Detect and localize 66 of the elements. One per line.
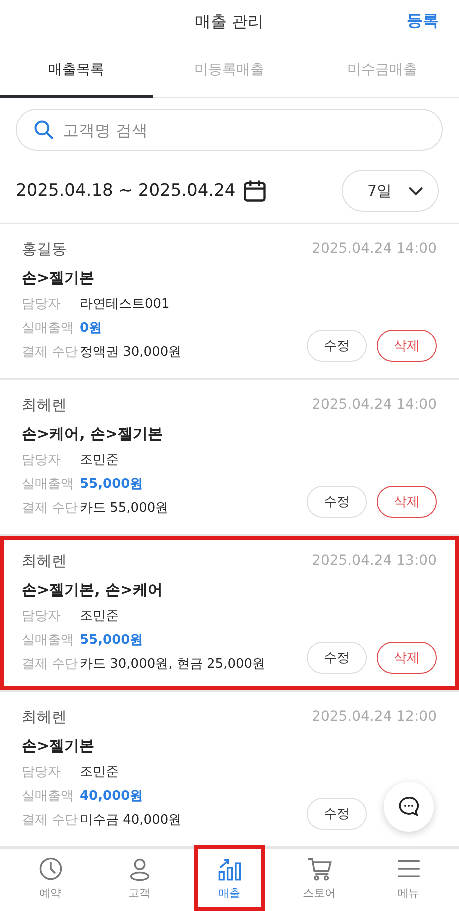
staff-value: 라연테스트001 <box>80 296 170 313</box>
amount-label: 실매출액 <box>22 476 75 493</box>
date-range: 2025.04.18 ~ 2025.04.24 <box>16 181 236 201</box>
service-name: 손>케어, 손>젤기본 <box>22 425 164 444</box>
payment-value: 카드 30,000원, 현금 25,000원 <box>80 656 266 673</box>
sale-card[interactable]: 홍길동 2025.04.24 14:00 손>젤기본 담당자 라연테스트001 실매출액 0원 결제 수단 정액권 30,000원 수정 삭제 <box>0 224 459 378</box>
staff-label: 담당자 <box>22 608 62 625</box>
sale-datetime: 2025.04.24 14:00 <box>312 397 437 413</box>
sale-datetime: 2025.04.24 12:00 <box>312 709 437 725</box>
payment-label: 결제 수단 <box>22 344 80 361</box>
sale-datetime: 2025.04.24 14:00 <box>312 241 437 257</box>
staff-label: 담당자 <box>22 296 62 313</box>
nav-tab[interactable]: 매출 <box>194 845 265 911</box>
page-title: 매출 관리 <box>194 12 264 33</box>
customer-name: 최헤렌 <box>22 396 67 414</box>
service-name: 손>젤기본 <box>22 737 96 756</box>
edit-button[interactable]: 수정 <box>307 486 367 518</box>
search-field[interactable]: 고객명 검색 <box>16 109 443 151</box>
amount-label: 실매출액 <box>22 788 75 805</box>
search-icon <box>33 119 55 141</box>
amount-label: 실매출액 <box>22 632 75 649</box>
register-button[interactable]: 등록 <box>407 11 439 32</box>
payment-value: 카드 55,000원 <box>80 500 169 517</box>
payment-label: 결제 수단 <box>22 812 80 829</box>
tab[interactable]: 매출목록 <box>0 45 153 98</box>
delete-button[interactable]: 삭제 <box>377 486 437 518</box>
staff-value: 조민준 <box>80 608 119 625</box>
chat-icon <box>397 795 421 819</box>
nav-tab[interactable]: 스토어 <box>285 845 354 911</box>
staff-label: 담당자 <box>22 452 62 469</box>
payment-label: 결제 수단 <box>22 500 80 517</box>
delete-button[interactable]: 삭제 <box>377 330 437 362</box>
service-name: 손>젤기본, 손>케어 <box>22 581 164 600</box>
nav-tab[interactable]: 고객 <box>105 845 174 911</box>
nav-tab[interactable]: 예약 <box>16 845 85 911</box>
edit-button[interactable]: 수정 <box>307 330 367 362</box>
payment-label: 결제 수단 <box>22 656 80 673</box>
payment-value: 정액권 30,000원 <box>80 344 182 361</box>
customer-name: 최헤렌 <box>22 552 67 570</box>
edit-button[interactable]: 수정 <box>307 798 367 830</box>
sale-card[interactable]: 최헤렌 2025.04.24 13:00 손>젤기본, 손>케어 담당자 조민준 실매출액 55,000원 결제 수단 카드 30,000원, 현금 25,000원 수정 삭제 <box>0 536 459 690</box>
delete-button[interactable]: 삭제 <box>377 642 437 674</box>
sale-datetime: 2025.04.24 13:00 <box>312 553 437 569</box>
clock-icon <box>38 856 64 882</box>
sale-card[interactable]: 최헤렌 2025.04.24 14:00 손>케어, 손>젤기본 담당자 조민준 실매출액 55,000원 결제 수단 카드 55,000원 수정 삭제 <box>0 380 459 534</box>
chat-button[interactable] <box>384 782 434 832</box>
staff-label: 담당자 <box>22 764 62 781</box>
tab[interactable]: 미수금매출 <box>306 45 459 98</box>
customer-name: 홍길동 <box>22 240 67 258</box>
staff-value: 조민준 <box>80 452 119 469</box>
amount-value: 55,000원 <box>80 476 144 493</box>
amount-label: 실매출액 <box>22 320 75 337</box>
sale-card[interactable]: 최헤렌 2025.04.24 12:00 손>젤기본 담당자 조민준 실매출액 40,000원 결제 수단 미수금 40,000원 수정 <box>0 692 459 846</box>
customer-name: 최헤렌 <box>22 708 67 726</box>
amount-value: 40,000원 <box>80 788 144 805</box>
payment-value: 미수금 40,000원 <box>80 812 182 829</box>
tab[interactable]: 미등록매출 <box>153 45 306 98</box>
staff-value: 조민준 <box>80 764 119 781</box>
amount-value: 0원 <box>80 320 102 337</box>
service-name: 손>젤기본 <box>22 269 96 288</box>
nav-tab[interactable]: 메뉴 <box>374 845 443 911</box>
amount-value: 55,000원 <box>80 632 144 649</box>
edit-button[interactable]: 수정 <box>307 642 367 674</box>
period-dropdown[interactable]: 7일 <box>342 170 439 212</box>
calendar-icon[interactable] <box>242 178 268 204</box>
cart-icon <box>306 856 332 882</box>
